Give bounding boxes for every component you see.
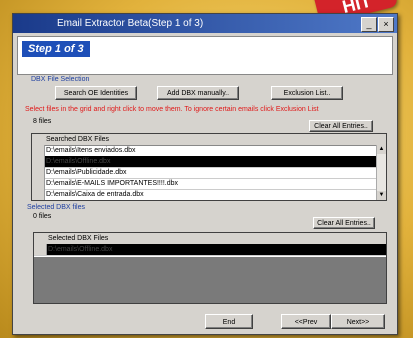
- searched-file-count: 8 files: [33, 118, 52, 125]
- next-button[interactable]: Next>>: [331, 314, 385, 329]
- row-text: D:\emails\Offline.dbx: [48, 246, 113, 253]
- clear-all-entries-button-top[interactable]: Clear All Entries..: [309, 120, 373, 132]
- selected-dbx-group-label: Selected DBX files: [27, 204, 85, 211]
- step-label: Step 1 of 3: [22, 41, 90, 57]
- minimize-button[interactable]: _: [361, 17, 377, 32]
- close-button[interactable]: ×: [378, 17, 394, 32]
- table-row[interactable]: D:\emails\Caixa de entrada.dbx: [32, 189, 377, 200]
- scroll-down-icon[interactable]: ▼: [377, 191, 386, 200]
- end-button[interactable]: End: [205, 314, 253, 329]
- step-header: Step 1 of 3: [17, 36, 393, 75]
- app-window: Email Extractor Beta(Step 1 of 3) _ × St…: [12, 13, 398, 335]
- clear-all-entries-button-bottom[interactable]: Clear All Entries..: [313, 217, 375, 229]
- instruction-text: Select files in the grid and right click…: [25, 106, 319, 113]
- row-text: D:\emails\Caixa de entrada.dbx: [46, 191, 144, 198]
- row-text: D:\emails\Itens enviados.dbx: [46, 147, 136, 154]
- scrollbar[interactable]: ▲ ▼: [376, 145, 386, 200]
- grid-empty-area: [34, 257, 386, 303]
- scroll-up-icon[interactable]: ▲: [377, 145, 386, 154]
- row-text: D:\emails\E-MAILS IMPORTANTES!!!!.dbx: [46, 180, 178, 187]
- dbx-selection-group-label: DBX File Selection: [31, 76, 90, 83]
- selected-dbx-grid[interactable]: Selected DBX Files D:\emails\Offline.dbx: [33, 232, 387, 304]
- searched-dbx-grid[interactable]: Searched DBX Files D:\emails\Itens envia…: [31, 133, 387, 201]
- table-row[interactable]: D:\emails\Offline.dbx: [34, 244, 386, 256]
- row-text: D:\emails\Offline.dbx: [46, 158, 111, 165]
- row-text: D:\emails\Publicidade.dbx: [46, 169, 127, 176]
- selected-file-count: 0 files: [33, 213, 52, 220]
- window-title: Email Extractor Beta(Step 1 of 3): [57, 18, 204, 29]
- exclusion-list-button[interactable]: Exclusion List..: [271, 86, 343, 100]
- title-bar: Email Extractor Beta(Step 1 of 3) _ ×: [13, 14, 397, 33]
- prev-button[interactable]: <<Prev: [281, 314, 331, 329]
- add-dbx-manually-button[interactable]: Add DBX manually..: [157, 86, 239, 100]
- search-oe-identities-button[interactable]: Search OE Identities: [55, 86, 137, 100]
